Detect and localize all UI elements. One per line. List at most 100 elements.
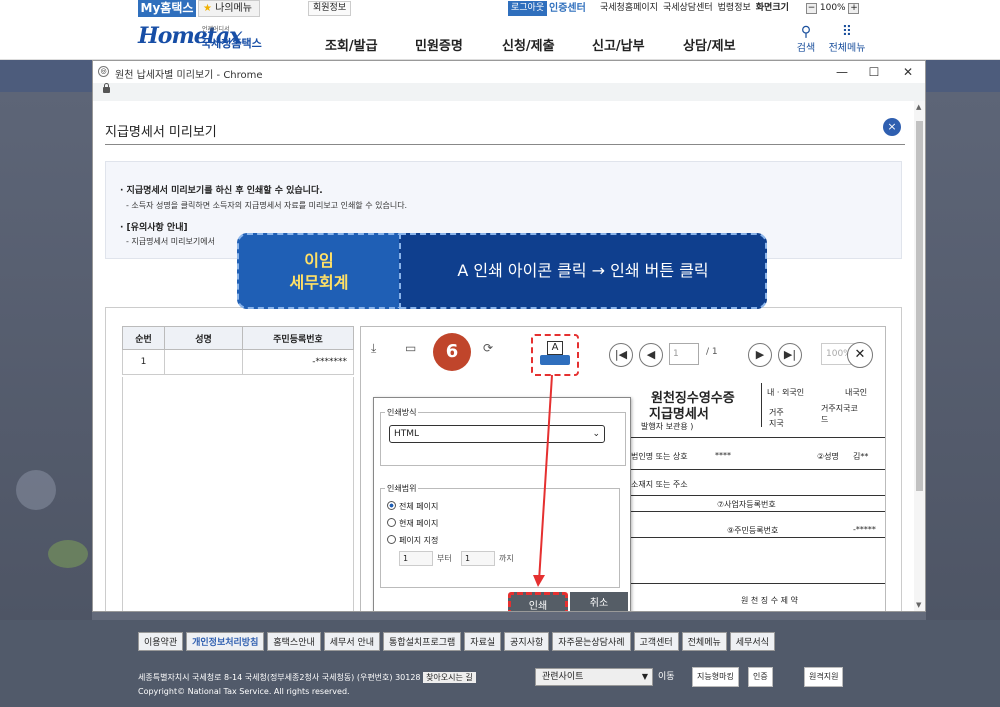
footer-link[interactable]: 세무서식 xyxy=(729,632,775,651)
gnb-apply[interactable]: 신청/제출 xyxy=(502,35,555,54)
range-specific-label: 페이지 지정 xyxy=(399,536,439,545)
my-menu-tab[interactable]: ★ 나의메뉴 xyxy=(198,0,260,17)
doc-value: 김** xyxy=(853,452,869,461)
footer-link[interactable]: 고객센터 xyxy=(633,632,679,651)
doc-value: **** xyxy=(715,451,731,460)
zoom-out-button[interactable]: − xyxy=(806,3,817,14)
print-range-label: 인쇄범위 xyxy=(385,483,419,494)
doc-label: ⑨주민등록번호 xyxy=(727,526,779,535)
footer-copyright: Copyright© National Tax Service. All rig… xyxy=(138,687,350,696)
banner-brand: 이임세무회계 xyxy=(237,233,401,309)
notice-line: - 지급명세서 미리보기에서 xyxy=(126,237,215,246)
footer-link[interactable]: 공지사항 xyxy=(504,632,550,651)
related-sites-select[interactable]: 관련사이트 ▼ xyxy=(535,668,653,686)
banner-brand-line: 세무회계 xyxy=(289,273,349,292)
banner-instruction: A 인쇄 아이콘 클릭 → 인쇄 버튼 클릭 xyxy=(399,233,767,309)
footer-link[interactable]: 홈택스안내 xyxy=(267,632,321,651)
caret-down-icon: ▼ xyxy=(641,672,648,681)
doc-label: ⑦사업자등록번호 xyxy=(717,500,776,509)
scroll-up-icon[interactable]: ▲ xyxy=(916,103,921,111)
range-all-radio[interactable]: 전체 페이지 xyxy=(387,501,438,512)
remote-support-button[interactable]: 원격지원 xyxy=(804,667,844,687)
gnb-certificate[interactable]: 민원증명 xyxy=(415,35,463,54)
print-method-select[interactable]: HTML ⌄ xyxy=(389,425,605,443)
last-page-button[interactable]: ▶| xyxy=(778,343,802,367)
print-range-group: 인쇄범위 전체 페이지 현재 페이지 페이지 지정 1 부터 1 까지 xyxy=(380,483,620,588)
viewer-close-button[interactable]: ✕ xyxy=(847,342,873,368)
all-menu-button[interactable]: ⠿ 전체메뉴 xyxy=(827,25,867,54)
doc-label: 법인명 또는 상호 xyxy=(631,452,688,461)
popup-close-button[interactable]: × xyxy=(883,118,901,136)
range-specific-radio[interactable]: 페이지 지정 xyxy=(387,535,438,546)
page-from-label: 부터 xyxy=(437,554,452,563)
gnb-consult[interactable]: 상담/제보 xyxy=(683,35,736,54)
doc-header-cell: 내국인 xyxy=(845,388,868,397)
background-decoration xyxy=(16,470,56,510)
next-page-button[interactable]: ▶ xyxy=(748,343,772,367)
top-links: 국세청홈페이지 국세상담센터 법령정보 화면크기 xyxy=(600,2,794,15)
footer-badge[interactable]: 지능형마킹 xyxy=(692,667,739,687)
nts-homepage-link[interactable]: 국세청홈페이지 xyxy=(600,3,658,13)
print-method-value: HTML xyxy=(394,429,420,439)
printer-icon xyxy=(540,355,570,365)
zoom-value: 100% xyxy=(819,3,846,13)
footer-link[interactable]: 자료실 xyxy=(464,632,502,651)
cert-center-link[interactable]: 인증센터 xyxy=(549,1,586,16)
footer-link[interactable]: 전체메뉴 xyxy=(681,632,727,651)
banner-brand-line: 이임 xyxy=(304,251,334,270)
law-info-link[interactable]: 법령정보 xyxy=(718,3,751,13)
col-header-rrn: 주민등록번호 xyxy=(242,326,354,350)
print-icon[interactable]: A xyxy=(531,334,579,376)
export-icon[interactable]: ▭ xyxy=(405,341,416,367)
page-to-input[interactable]: 1 xyxy=(461,551,495,566)
page-input[interactable]: 1 xyxy=(669,343,699,365)
footer-badge[interactable]: 인증 xyxy=(748,667,773,687)
gnb-inquiry[interactable]: 조회/발급 xyxy=(325,35,378,54)
footer-link[interactable]: 통합설치프로그램 xyxy=(383,632,462,651)
scrollbar-thumb[interactable] xyxy=(916,121,923,491)
mytax-tab[interactable]: My홈택스 xyxy=(138,0,196,17)
range-current-label: 현재 페이지 xyxy=(399,519,439,528)
maximize-button[interactable]: ☐ xyxy=(859,63,889,81)
hometax-logo[interactable]: Hometax 언제어디서 국세청홈택스 xyxy=(138,23,276,53)
gnb-report[interactable]: 신고/납부 xyxy=(592,35,645,54)
footer-link[interactable]: 세무서 안내 xyxy=(323,632,381,651)
background-right xyxy=(926,92,1000,620)
save-icon[interactable]: ⤓ xyxy=(371,341,376,367)
minimize-button[interactable]: — xyxy=(827,63,857,81)
range-all-label: 전체 페이지 xyxy=(399,502,439,511)
directions-link[interactable]: 찾아오시는 길 xyxy=(423,672,476,683)
go-button[interactable]: 이동 xyxy=(658,669,675,682)
first-page-button[interactable]: |◀ xyxy=(609,343,633,367)
popup-title: 지급명세서 미리보기 xyxy=(105,125,217,140)
print-icon-glyph: A xyxy=(547,341,563,355)
footer-link[interactable]: 이용약관 xyxy=(138,632,184,651)
cell-no: 1 xyxy=(122,349,165,375)
page-total: / 1 xyxy=(706,347,718,357)
cancel-button[interactable]: 취소 xyxy=(570,592,628,611)
search-button[interactable]: ⚲ 검색 xyxy=(786,25,826,54)
member-info-link[interactable]: 회원정보 xyxy=(308,1,352,16)
range-current-radio[interactable]: 현재 페이지 xyxy=(387,518,438,529)
print-button[interactable]: 인쇄 xyxy=(508,592,568,611)
logout-button[interactable]: 로그아웃 xyxy=(508,1,548,16)
address-bar xyxy=(93,83,925,101)
zoom-in-button[interactable]: + xyxy=(848,3,860,14)
col-header-name: 성명 xyxy=(164,326,243,350)
doc-header-cell: 거주지국코 드 xyxy=(821,404,858,424)
notice-line: - 소득자 성명을 클릭하면 소득자의 지급명세서 자료를 미리보고 인쇄할 수… xyxy=(126,201,408,210)
footer-link[interactable]: 자주묻는상담사례 xyxy=(552,632,631,651)
scrollbar[interactable]: ▲ ▼ xyxy=(914,101,925,611)
footer-link[interactable]: 개인정보처리방침 xyxy=(186,632,265,651)
cell-name[interactable] xyxy=(164,349,243,375)
refresh-icon[interactable]: ⟳ xyxy=(483,341,493,367)
prev-page-button[interactable]: ◀ xyxy=(639,343,663,367)
footer-address: 세종특별자치시 국세청로 8-14 국세청(정부세종2청사 국세청동) (우편번… xyxy=(138,672,476,683)
window-titlebar: ◎ 원천 납세자별 미리보기 - Chrome — ☐ ✕ xyxy=(93,61,925,83)
window-close-button[interactable]: ✕ xyxy=(893,63,923,81)
tax-consult-link[interactable]: 국세상담센터 xyxy=(663,3,713,13)
title-divider xyxy=(105,144,905,145)
page-from-input[interactable]: 1 xyxy=(399,551,433,566)
table-row[interactable]: 1 -******* xyxy=(122,349,354,375)
scroll-down-icon[interactable]: ▼ xyxy=(916,601,921,609)
